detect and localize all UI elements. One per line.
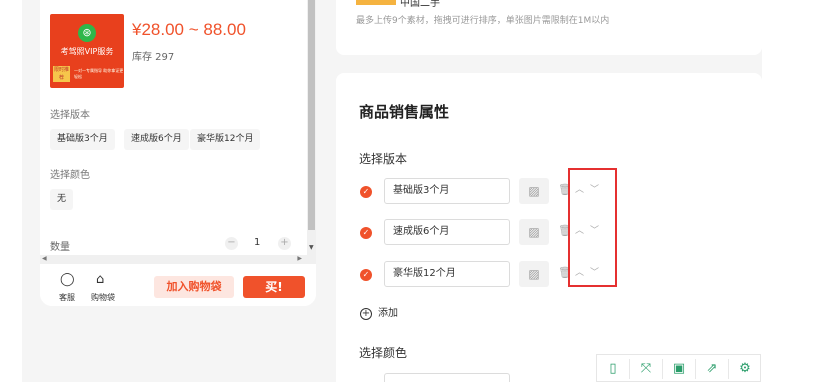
vertical-scrollbar[interactable]: ▼	[307, 0, 316, 255]
scroll-down-icon[interactable]: ▼	[309, 244, 314, 251]
version-chip[interactable]: 基础版3个月	[50, 129, 115, 150]
scroll-left-icon[interactable]: ◀	[42, 255, 47, 262]
check-icon[interactable]: ✓	[360, 227, 372, 239]
upload-hint: 最多上传9个素材，拖拽可进行排序，单张图片需限制在1M以内	[356, 16, 610, 26]
toolbar-divider	[629, 359, 630, 379]
card-title: 商品销售属性	[359, 103, 450, 121]
toolbar-divider	[662, 359, 663, 379]
version-input[interactable]: 速成版6个月	[384, 219, 510, 245]
color-input[interactable]	[384, 373, 510, 382]
image-icon[interactable]: ▨	[519, 178, 549, 204]
version-chip[interactable]: 豪华版12个月	[190, 129, 261, 150]
upload-thumb-strip	[356, 0, 396, 5]
phone-preview-icon[interactable]: ▯	[604, 360, 622, 378]
version-input[interactable]: 基础版3个月	[384, 178, 510, 204]
buy-button[interactable]: 买!	[243, 276, 305, 298]
chat-icon[interactable]: ◯	[60, 272, 75, 287]
price-range: ¥28.00 ~ 88.00	[132, 20, 246, 39]
phone-preview-area: ⊛ 考驾照VIP服务 限时推荐 一对一专属指导 助你拿证更轻松 ¥28.00 ~…	[22, 0, 322, 382]
phone-footer: ◯ 客服 ⌂ 购物袋 加入购物袋 买!	[40, 264, 316, 306]
color-chip[interactable]: 无	[50, 189, 74, 210]
toolbar-divider	[728, 359, 729, 379]
toolbar-divider	[695, 359, 696, 379]
version-chip[interactable]: 速成版6个月	[124, 129, 189, 150]
right-gutter	[762, 0, 813, 382]
product-image-title: 考驾照VIP服务	[60, 47, 114, 56]
save-icon[interactable]: ▣	[670, 360, 688, 378]
settings-icon[interactable]: ⚙	[736, 360, 754, 378]
product-image-tag: 限时推荐	[53, 66, 70, 82]
shopping-bag-icon[interactable]: ⌂	[96, 272, 104, 287]
add-version-button[interactable]: + 添加	[360, 304, 398, 320]
plus-circle-icon: +	[360, 308, 372, 320]
floating-toolbar: ▯ ⤧ ▣ ⇗ ⚙	[596, 354, 761, 382]
service-label: 客服	[59, 293, 75, 302]
share-icon[interactable]: ⇗	[703, 360, 721, 378]
quantity-minus-button[interactable]: −	[225, 237, 238, 250]
quantity-value: 1	[254, 237, 261, 248]
highlight-box	[568, 168, 617, 287]
steering-wheel-icon: ⊛	[78, 24, 96, 42]
canvas: ⊛ 考驾照VIP服务 限时推荐 一对一专属指导 助你拿证更轻松 ¥28.00 ~…	[0, 0, 813, 382]
horizontal-scrollbar[interactable]: ◀ ▶	[40, 255, 316, 264]
upload-cut-text: 中国二手	[400, 0, 440, 9]
add-to-cart-button[interactable]: 加入购物袋	[154, 276, 234, 298]
preview-version-label: 选择版本	[50, 110, 90, 121]
add-label: 添加	[378, 308, 398, 319]
version-input[interactable]: 豪华版12个月	[384, 261, 510, 287]
product-image-subtext: 一对一专属指导 助你拿证更轻松	[74, 68, 124, 79]
check-icon[interactable]: ✓	[360, 186, 372, 198]
quantity-label: 数量	[50, 242, 70, 253]
scrollbar-thumb[interactable]	[308, 0, 315, 230]
color-section-label: 选择颜色	[359, 346, 408, 360]
sales-attributes-card: 商品销售属性 选择版本 ✓ 基础版3个月 ▨ 🗑 ︿ ﹀ ✓ 速成版6个月 ▨ …	[336, 73, 762, 382]
upload-card: 中国二手 最多上传9个素材，拖拽可进行排序，单张图片需限制在1M以内	[336, 0, 762, 55]
stock-count: 库存 297	[132, 52, 175, 63]
left-gutter	[0, 0, 22, 382]
quantity-plus-button[interactable]: +	[278, 237, 291, 250]
check-icon[interactable]: ✓	[360, 269, 372, 281]
image-icon[interactable]: ▨	[519, 219, 549, 245]
preview-color-label: 选择颜色	[50, 170, 90, 181]
scroll-right-icon[interactable]: ▶	[297, 255, 302, 262]
version-section-label: 选择版本	[359, 152, 408, 166]
shopping-bag-label: 购物袋	[91, 293, 115, 302]
fullscreen-icon[interactable]: ⤧	[637, 360, 655, 378]
product-image: ⊛ 考驾照VIP服务 限时推荐 一对一专属指导 助你拿证更轻松	[50, 14, 124, 88]
image-icon[interactable]: ▨	[519, 261, 549, 287]
